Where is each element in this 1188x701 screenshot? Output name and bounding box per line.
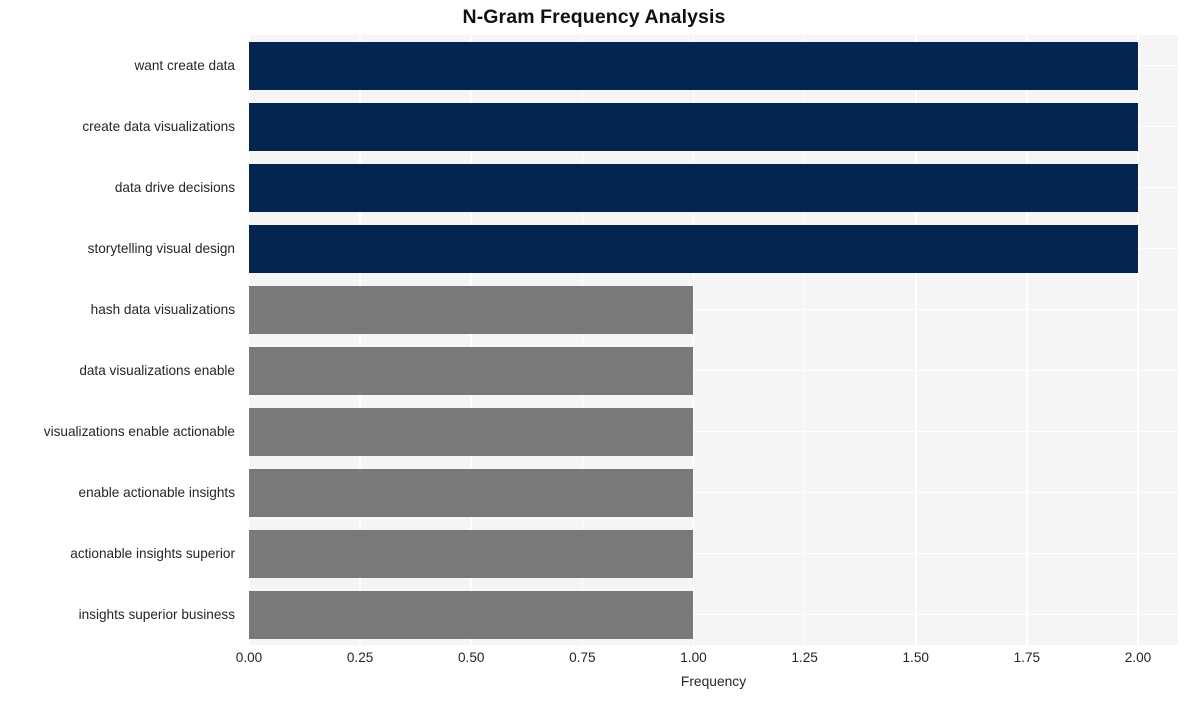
bar	[249, 590, 694, 639]
ngram-frequency-chart-figure: N-Gram Frequency Analysis want create da…	[0, 0, 1188, 701]
y-axis-tick-label: want create data	[134, 57, 235, 73]
y-axis-tick-label: storytelling visual design	[87, 240, 235, 256]
y-axis-tick-label: enable actionable insights	[78, 484, 235, 500]
bar	[249, 529, 694, 578]
y-axis-tick-label: data visualizations enable	[79, 362, 235, 378]
bar	[249, 224, 1138, 273]
y-axis-tick-label: insights superior business	[78, 606, 235, 622]
y-axis-tick-label: actionable insights superior	[70, 545, 235, 561]
y-axis-tick-label: create data visualizations	[82, 118, 235, 134]
x-axis-tick-label: 1.00	[680, 650, 707, 665]
chart-title: N-Gram Frequency Analysis	[462, 6, 726, 28]
x-axis-tick-label: 1.50	[902, 650, 929, 665]
x-axis-title: Frequency	[680, 674, 747, 689]
y-axis-tick-label: data drive decisions	[114, 179, 235, 195]
bar	[249, 163, 1138, 212]
x-axis-tick-labels: 0.00 0.25 0.50 0.75 1.00 1.25 1.50 1.75 2.00	[0, 650, 1188, 672]
x-axis-tick-label: 0.25	[346, 650, 374, 665]
y-axis-tick-labels: want create data create data visualizatio…	[0, 35, 243, 645]
x-axis-tick-label: 1.75	[1013, 650, 1041, 665]
bar	[249, 41, 1138, 90]
plot-area	[249, 35, 1178, 645]
bar	[249, 407, 694, 456]
bar	[249, 102, 1138, 151]
x-axis-tick-label: 0.00	[235, 650, 263, 665]
y-axis-tick-label: hash data visualizations	[90, 301, 235, 317]
x-axis-tick-label: 2.00	[1124, 650, 1152, 665]
x-axis-tick-label: 1.25	[791, 650, 818, 665]
bar	[249, 346, 694, 395]
bar	[249, 285, 694, 334]
x-axis-tick-label: 0.50	[458, 650, 485, 665]
x-axis-tick-label: 0.75	[569, 650, 596, 665]
bar	[249, 468, 694, 517]
y-axis-tick-label: visualizations enable actionable	[43, 423, 235, 439]
